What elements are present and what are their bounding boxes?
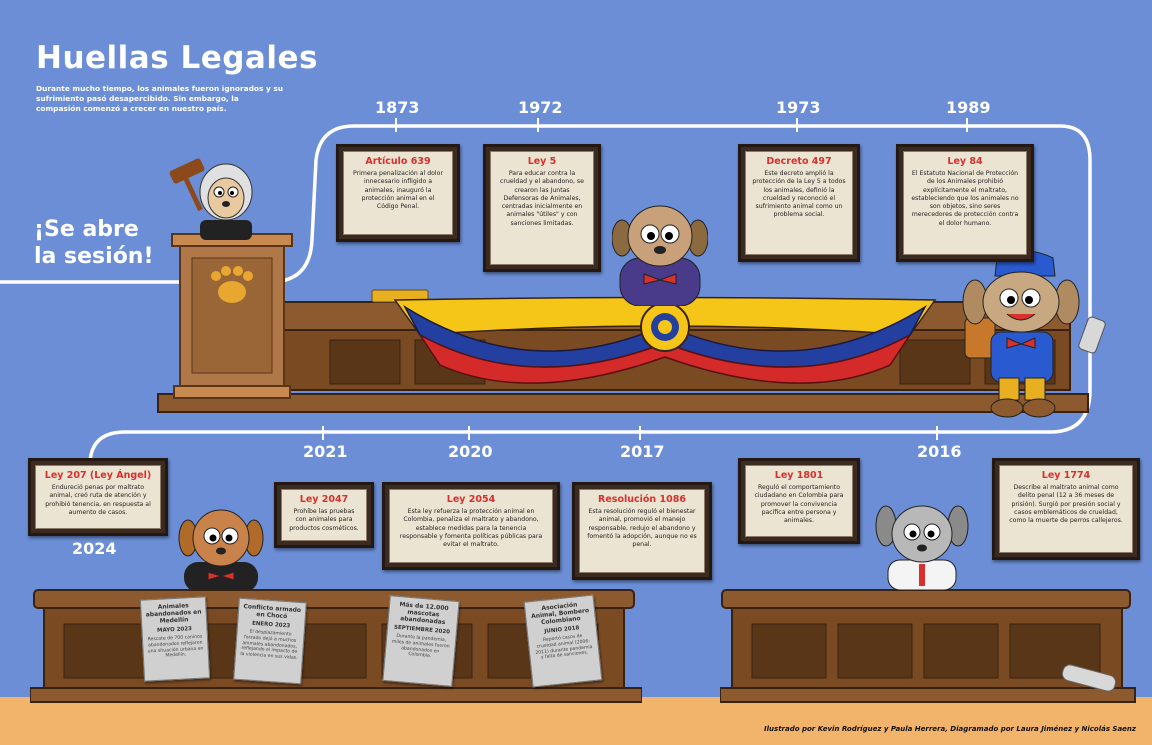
law-card-resolucion-1086: Resolución 1086 Esta resolución reguló el… <box>572 482 712 580</box>
law-card-title: Ley 2047 <box>299 494 349 505</box>
news-note-body: Reportó casos de crueldad animal (2006-2… <box>535 633 593 661</box>
law-card-ley-207: Ley 207 (Ley Ángel) Endureció penas por m… <box>28 458 168 536</box>
law-card-ley-2054: Ley 2054 Esta ley refuerza la protección … <box>382 482 560 570</box>
judge-podium <box>171 233 293 399</box>
law-card-ley-1774: Ley 1774 Describe al maltrato animal como… <box>992 458 1140 560</box>
page-title: Huellas Legales <box>36 40 318 76</box>
session-line-1: ¡Se abre <box>34 217 139 242</box>
flag-drape <box>393 296 937 384</box>
center-dog-illustration <box>612 205 708 306</box>
law-card-title: Ley 5 <box>527 156 557 167</box>
law-card-body: Endureció penas por maltrato animal, cre… <box>45 484 151 516</box>
scroll-illustration <box>1061 664 1117 692</box>
law-card-body: Esta resolución reguló el bienestar anim… <box>587 508 697 549</box>
news-note-body: Rescate de 700 caninos abandonados refle… <box>147 634 204 659</box>
law-card-body: Reguló el comportamiento ciudadano en Co… <box>754 484 844 525</box>
law-card-title: Ley 207 (Ley Ángel) <box>44 470 152 481</box>
news-note-date: MAYO 2023 <box>156 626 193 634</box>
law-card-title: Ley 2054 <box>446 494 496 505</box>
law-card-articulo-639: Artículo 639 Primera penalización al dolo… <box>336 144 460 242</box>
year-1873: 1873 <box>375 98 420 117</box>
session-heading: ¡Se abre la sesión! <box>34 216 154 270</box>
law-card-body: Primera penalización al dolor innecesari… <box>353 170 443 211</box>
credits: Ilustrado por Kevin Rodríguez y Paula He… <box>764 725 1136 733</box>
law-card-title: Decreto 497 <box>766 156 832 167</box>
news-note-date: ENERO 2023 <box>251 620 291 630</box>
law-card-title: Ley 1774 <box>1041 470 1091 481</box>
brown-dog-illustration <box>178 509 264 590</box>
law-card-ley-84: Ley 84 El Estatuto Nacional de Protección… <box>896 144 1034 262</box>
law-card-ley-2047: Ley 2047 Prohíbe las pruebas con animales… <box>274 482 374 548</box>
year-1989: 1989 <box>946 98 991 117</box>
news-note-title: Animales abandonados en Medellín <box>145 602 202 625</box>
news-note-pandemia: Más de 12.000 mascotas abandonadas SEPTI… <box>382 595 460 687</box>
floor <box>0 697 1152 745</box>
law-card-title: Artículo 639 <box>365 156 431 167</box>
year-2020: 2020 <box>448 442 493 461</box>
year-2016: 2016 <box>917 442 962 461</box>
law-card-body: Describe al maltrato animal como delito … <box>1009 484 1123 525</box>
mail-carrier-dog-illustration <box>962 250 1106 418</box>
year-2017: 2017 <box>620 442 665 461</box>
law-card-title: Ley 1801 <box>774 470 824 481</box>
year-2021: 2021 <box>303 442 348 461</box>
session-line-2: la sesión! <box>34 244 154 269</box>
news-note-bombero: Asociación Animal, Bombero Colombiano JU… <box>523 594 603 688</box>
judge-dog-illustration <box>169 158 253 240</box>
news-note-title: Conflicto armado en Chocó <box>243 603 302 621</box>
law-card-body: Esta ley refuerza la protección animal e… <box>399 508 543 549</box>
gray-dog-illustration <box>875 505 969 590</box>
news-note-body: Durante la pandemia, miles de animales f… <box>391 633 450 660</box>
law-card-ley-5: Ley 5 Para educar contra la crueldad y el… <box>483 144 601 272</box>
law-card-body: Para educar contra la crueldad y el aban… <box>500 170 584 227</box>
news-note-title: Más de 12.000 mascotas abandonadas <box>399 600 449 627</box>
year-1973: 1973 <box>776 98 821 117</box>
law-card-title: Ley 84 <box>947 156 983 167</box>
news-note-medellin: Animales abandonados en Medellín MAYO 20… <box>139 596 211 682</box>
news-note-title: Asociación Animal, Bombero Colombiano <box>530 601 590 627</box>
law-card-decreto-497: Decreto 497 Este decreto amplió la protec… <box>738 144 860 262</box>
law-card-ley-1801: Ley 1801 Reguló el comportamiento ciudada… <box>738 458 860 544</box>
law-card-title: Resolución 1086 <box>598 494 686 505</box>
year-1972: 1972 <box>518 98 563 117</box>
law-card-body: Este decreto amplió la protección de la … <box>752 170 846 219</box>
law-card-body: Prohíbe las pruebas con animales para pr… <box>289 508 359 532</box>
intro-text: Durante mucho tiempo, los animales fuero… <box>36 84 283 113</box>
law-card-body: El Estatuto Nacional de Protección de lo… <box>911 170 1019 227</box>
news-note-body: El desplazamiento forzado dejó a muchos … <box>240 629 298 662</box>
news-note-choco: Conflicto armado en Chocó ENERO 2023 El … <box>233 597 307 685</box>
year-2024: 2024 <box>72 539 117 558</box>
